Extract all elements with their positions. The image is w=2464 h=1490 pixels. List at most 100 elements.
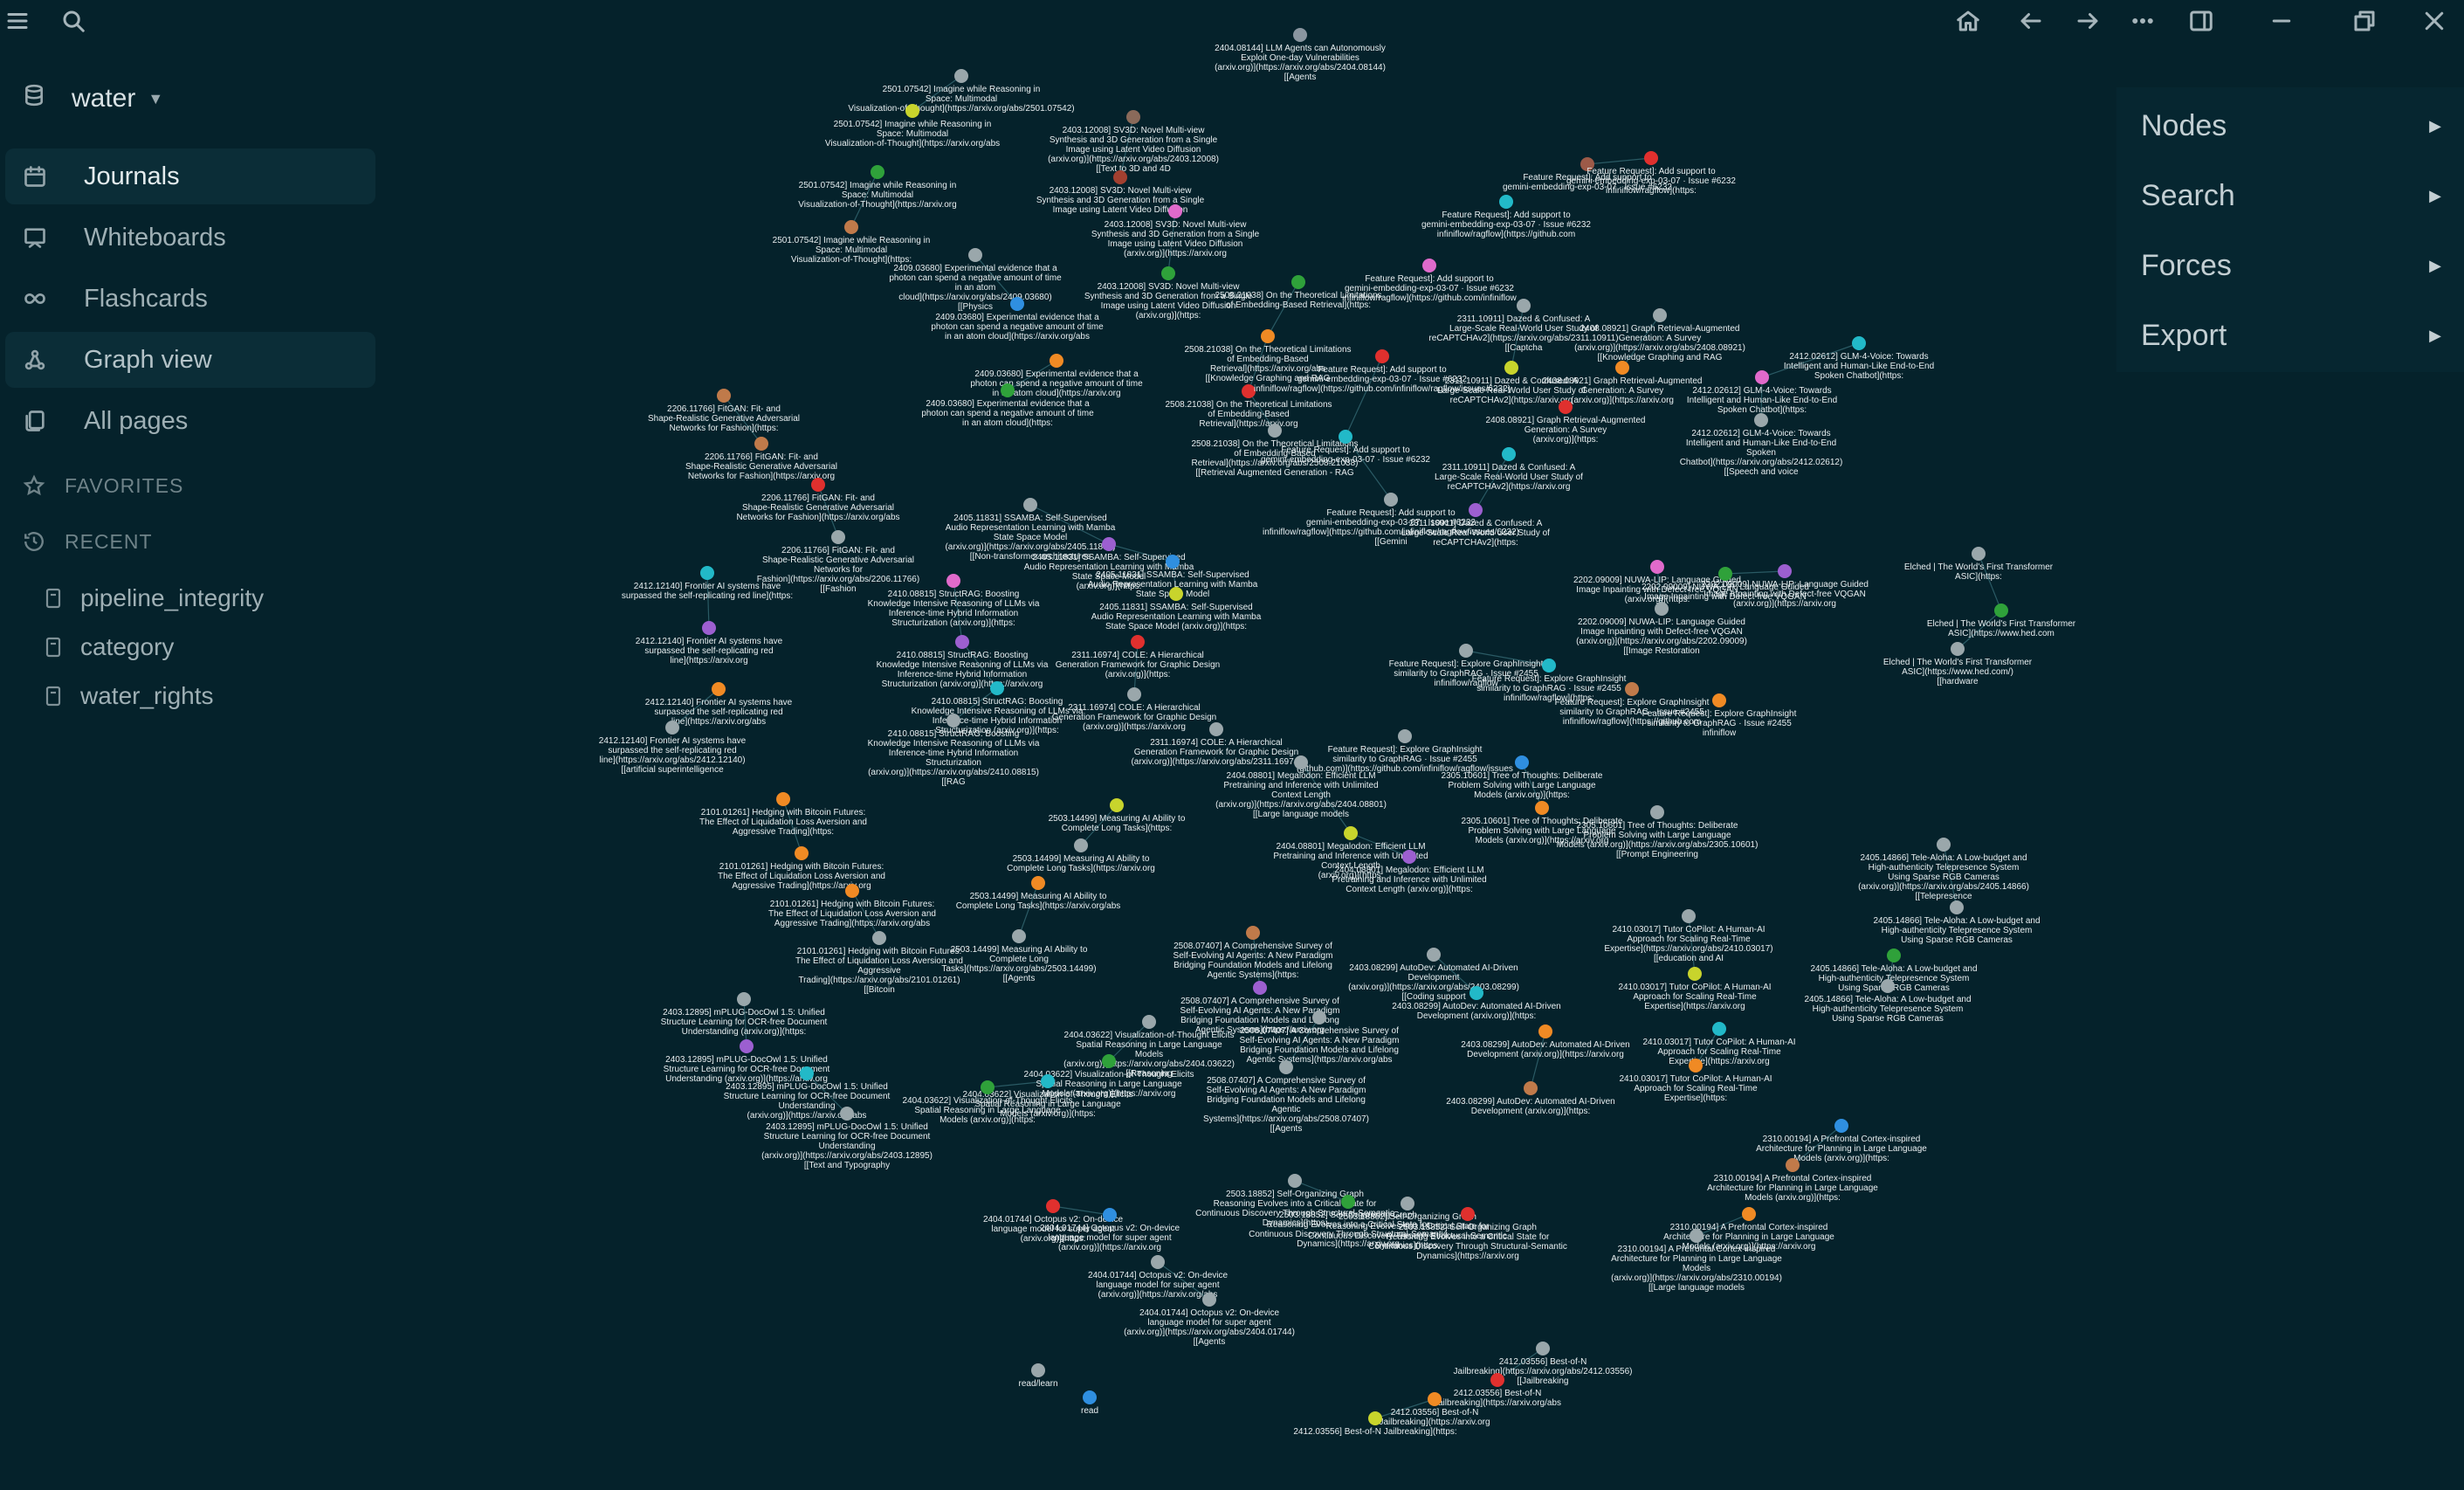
graph-node[interactable]: 2410.03017] Tutor CoPilot: A Human-AI App… bbox=[1604, 909, 1773, 963]
graph-node-dot[interactable] bbox=[1834, 1119, 1848, 1133]
graph-node[interactable]: Feature Request]: Add support to gemini-e… bbox=[1421, 195, 1591, 239]
graph-node-dot[interactable] bbox=[1031, 1363, 1045, 1377]
back-arrow-icon[interactable] bbox=[2015, 5, 2047, 37]
favorites-section-header[interactable]: FAVORITES bbox=[23, 468, 183, 503]
graph-node-dot[interactable] bbox=[1754, 413, 1768, 427]
graph-node-dot[interactable] bbox=[1712, 693, 1726, 707]
graph-node-dot[interactable] bbox=[954, 69, 968, 83]
graph-node-dot[interactable] bbox=[1339, 430, 1352, 444]
graph-node-dot[interactable] bbox=[1650, 805, 1664, 819]
graph-node-dot[interactable] bbox=[1168, 204, 1182, 218]
graph-node-dot[interactable] bbox=[1166, 555, 1180, 569]
graph-node-dot[interactable] bbox=[800, 1066, 814, 1080]
graph-node-dot[interactable] bbox=[1712, 1022, 1726, 1036]
graph-node[interactable]: 2206.11766] FitGAN: Fit- and Shape-Realis… bbox=[757, 530, 919, 594]
nav-all-pages[interactable]: All pages bbox=[5, 393, 375, 449]
forward-arrow-icon[interactable] bbox=[2072, 5, 2103, 37]
graph-node[interactable]: 2412.03556] Best-of-N Jailbreaking](https… bbox=[1454, 1342, 1633, 1386]
graph-nodes[interactable]: 2501.07542] Imagine while Reasoning in Sp… bbox=[599, 28, 2076, 1437]
graph-node-dot[interactable] bbox=[1653, 308, 1667, 322]
graph-node[interactable]: 2310.00194] A Prefrontal Cortex-inspired… bbox=[1707, 1158, 1878, 1203]
graph-node-dot[interactable] bbox=[1023, 498, 1037, 512]
graph-node[interactable]: 2501.07542] Imagine while Reasoning in Sp… bbox=[798, 165, 957, 210]
graph-node-dot[interactable] bbox=[1074, 838, 1088, 852]
graph-node-dot[interactable] bbox=[1012, 929, 1026, 943]
graph-node-dot[interactable] bbox=[1459, 644, 1473, 658]
graph-node[interactable]: 2311.10911] Dazed & Confused: A Large-Sca… bbox=[1435, 447, 1583, 492]
graph-node-dot[interactable] bbox=[1368, 1411, 1382, 1425]
menu-icon[interactable] bbox=[2, 5, 33, 37]
nav-journals[interactable]: Journals bbox=[5, 148, 375, 204]
graph-node-dot[interactable] bbox=[1294, 755, 1308, 769]
graph-node-dot[interactable] bbox=[946, 714, 960, 728]
graph-node-dot[interactable] bbox=[702, 621, 716, 635]
graph-node[interactable]: 2311.16974] COLE: A Hierarchical Generati… bbox=[1052, 687, 1216, 732]
graph-node[interactable]: Feature Request]: Add support to gemini-e… bbox=[1342, 259, 1518, 303]
graph-node-dot[interactable] bbox=[1538, 1024, 1552, 1038]
restore-window-icon[interactable] bbox=[2349, 5, 2380, 37]
graph-node-dot[interactable] bbox=[1502, 447, 1516, 461]
graph-node-dot[interactable] bbox=[1113, 170, 1127, 184]
graph-node-dot[interactable] bbox=[1951, 642, 1965, 656]
graph-node-dot[interactable] bbox=[1690, 1229, 1703, 1243]
graph-node[interactable]: 2412.12140] Frontier AI systems have surp… bbox=[599, 721, 747, 775]
graph-node-dot[interactable] bbox=[831, 530, 845, 544]
graph-node-dot[interactable] bbox=[1261, 329, 1275, 343]
graph-node[interactable]: 2410.08815] StructRAG: Boosting Knowledge… bbox=[912, 681, 1084, 735]
graph-node[interactable]: 2310.00194] A Prefrontal Cortex-inspired… bbox=[1756, 1119, 1927, 1163]
minimize-icon[interactable] bbox=[2266, 5, 2297, 37]
graph-node[interactable]: 2409.03680] Experimental evidence that a… bbox=[931, 297, 1104, 341]
graph-node-dot[interactable] bbox=[981, 1080, 995, 1094]
graph-node-dot[interactable] bbox=[1517, 299, 1531, 313]
graph-node-dot[interactable] bbox=[1291, 275, 1305, 289]
graph-node-dot[interactable] bbox=[737, 992, 751, 1006]
panel-search[interactable]: Search ▶ bbox=[2141, 169, 2455, 222]
graph-node-dot[interactable] bbox=[1535, 801, 1549, 815]
graph-node-dot[interactable] bbox=[712, 682, 726, 696]
graph-node[interactable]: 2408.08921] Graph Retrieval-Augmented Gen… bbox=[1486, 400, 1646, 445]
graph-selector[interactable]: water ▼ bbox=[23, 77, 163, 121]
graph-node-dot[interactable] bbox=[665, 721, 679, 735]
graph-node-dot[interactable] bbox=[1031, 876, 1045, 890]
graph-node[interactable]: 2501.07542] Imagine while Reasoning in Sp… bbox=[773, 220, 931, 265]
graph-node[interactable]: 2206.11766] FitGAN: Fit- and Shape-Realis… bbox=[736, 478, 900, 522]
graph-node-dot[interactable] bbox=[1041, 1074, 1055, 1088]
graph-node[interactable]: Elched | The World's First Transformer AS… bbox=[1927, 604, 2076, 638]
graph-node[interactable]: Elched | The World's First Transformer AS… bbox=[1883, 642, 2033, 686]
graph-node-dot[interactable] bbox=[1469, 503, 1483, 517]
graph-node-dot[interactable] bbox=[1515, 755, 1529, 769]
home-icon[interactable] bbox=[1952, 5, 1984, 37]
graph-node[interactable]: 2206.11766] FitGAN: Fit- and Shape-Realis… bbox=[685, 437, 837, 481]
graph-node[interactable]: 2202.09009] NUWA-LIP: Language Guided Ima… bbox=[1576, 602, 1747, 656]
graph-node[interactable]: Elched | The World's First Transformer AS… bbox=[1904, 547, 2054, 582]
graph-node[interactable]: 2410.08815] StructRAG: Boosting Knowledge… bbox=[877, 635, 1049, 689]
graph-node-dot[interactable] bbox=[990, 681, 1004, 695]
graph-node-dot[interactable] bbox=[1469, 986, 1483, 1000]
graph-node-dot[interactable] bbox=[1142, 1015, 1156, 1029]
graph-node-dot[interactable] bbox=[1427, 948, 1441, 962]
search-icon[interactable] bbox=[58, 5, 89, 37]
graph-node-dot[interactable] bbox=[1688, 967, 1702, 981]
graph-node-dot[interactable] bbox=[1402, 850, 1416, 864]
graph-node-dot[interactable] bbox=[1655, 602, 1669, 616]
graph-node[interactable]: 2412.12140] Frontier AI systems have surp… bbox=[645, 682, 793, 727]
graph-node[interactable]: 2503.14499] Measuring AI Ability to Compl… bbox=[956, 876, 1121, 911]
panel-export[interactable]: Export ▶ bbox=[2141, 309, 2455, 362]
graph-node-dot[interactable] bbox=[1046, 1199, 1060, 1213]
graph-node-dot[interactable] bbox=[1755, 370, 1769, 384]
graph-node-dot[interactable] bbox=[795, 846, 809, 860]
graph-node-dot[interactable] bbox=[845, 884, 859, 898]
graph-node[interactable]: 2410.03017] Tutor CoPilot: A Human-AI App… bbox=[1618, 967, 1772, 1011]
graph-node-dot[interactable] bbox=[1524, 1081, 1538, 1095]
graph-node-dot[interactable] bbox=[1422, 259, 1436, 272]
graph-node-dot[interactable] bbox=[905, 104, 919, 118]
graph-node[interactable]: 2508.07407] A Comprehensive Survey of Sel… bbox=[1203, 1060, 1369, 1134]
graph-node[interactable]: 2503.14499] Measuring AI Ability to Compl… bbox=[1049, 798, 1186, 833]
graph-node-dot[interactable] bbox=[1401, 1197, 1414, 1211]
graph-node[interactable]: 2311.16974] COLE: A Hierarchical Generati… bbox=[1056, 635, 1220, 679]
graph-node-dot[interactable] bbox=[1126, 110, 1140, 124]
graph-node[interactable]: read/learn bbox=[1018, 1363, 1058, 1389]
graph-node-dot[interactable] bbox=[1778, 564, 1792, 578]
graph-node-dot[interactable] bbox=[1650, 560, 1664, 574]
graph-node[interactable]: 2404.01744] Octopus v2: On-device languag… bbox=[1124, 1293, 1295, 1347]
